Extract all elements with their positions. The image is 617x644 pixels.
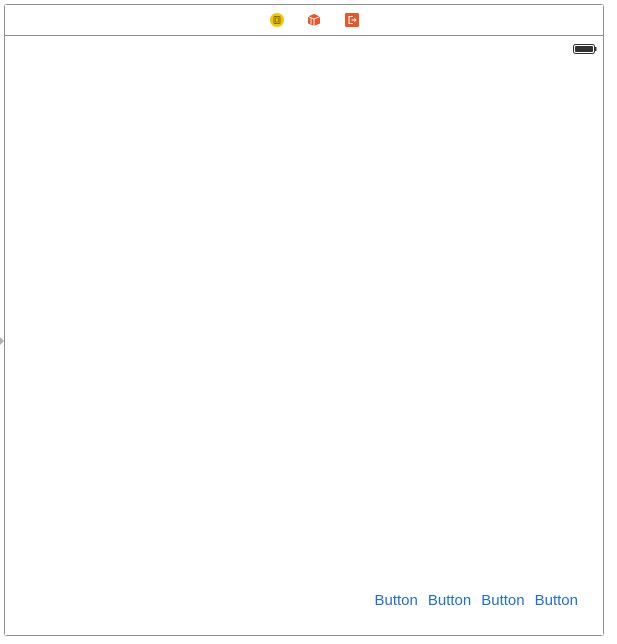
scene-frame: Button Button Button Button: [4, 4, 604, 636]
view-controller-icon[interactable]: [270, 13, 284, 27]
button-4[interactable]: Button: [535, 592, 578, 610]
first-responder-icon[interactable]: [307, 13, 321, 27]
button-3[interactable]: Button: [481, 592, 524, 610]
battery-icon: [573, 41, 597, 54]
exit-icon[interactable]: [345, 13, 359, 27]
scene-dock: [5, 5, 603, 36]
button-2[interactable]: Button: [428, 592, 471, 610]
button-row: Button Button Button Button: [375, 592, 579, 610]
button-1[interactable]: Button: [375, 592, 418, 610]
view-canvas[interactable]: Button Button Button Button: [5, 36, 603, 635]
